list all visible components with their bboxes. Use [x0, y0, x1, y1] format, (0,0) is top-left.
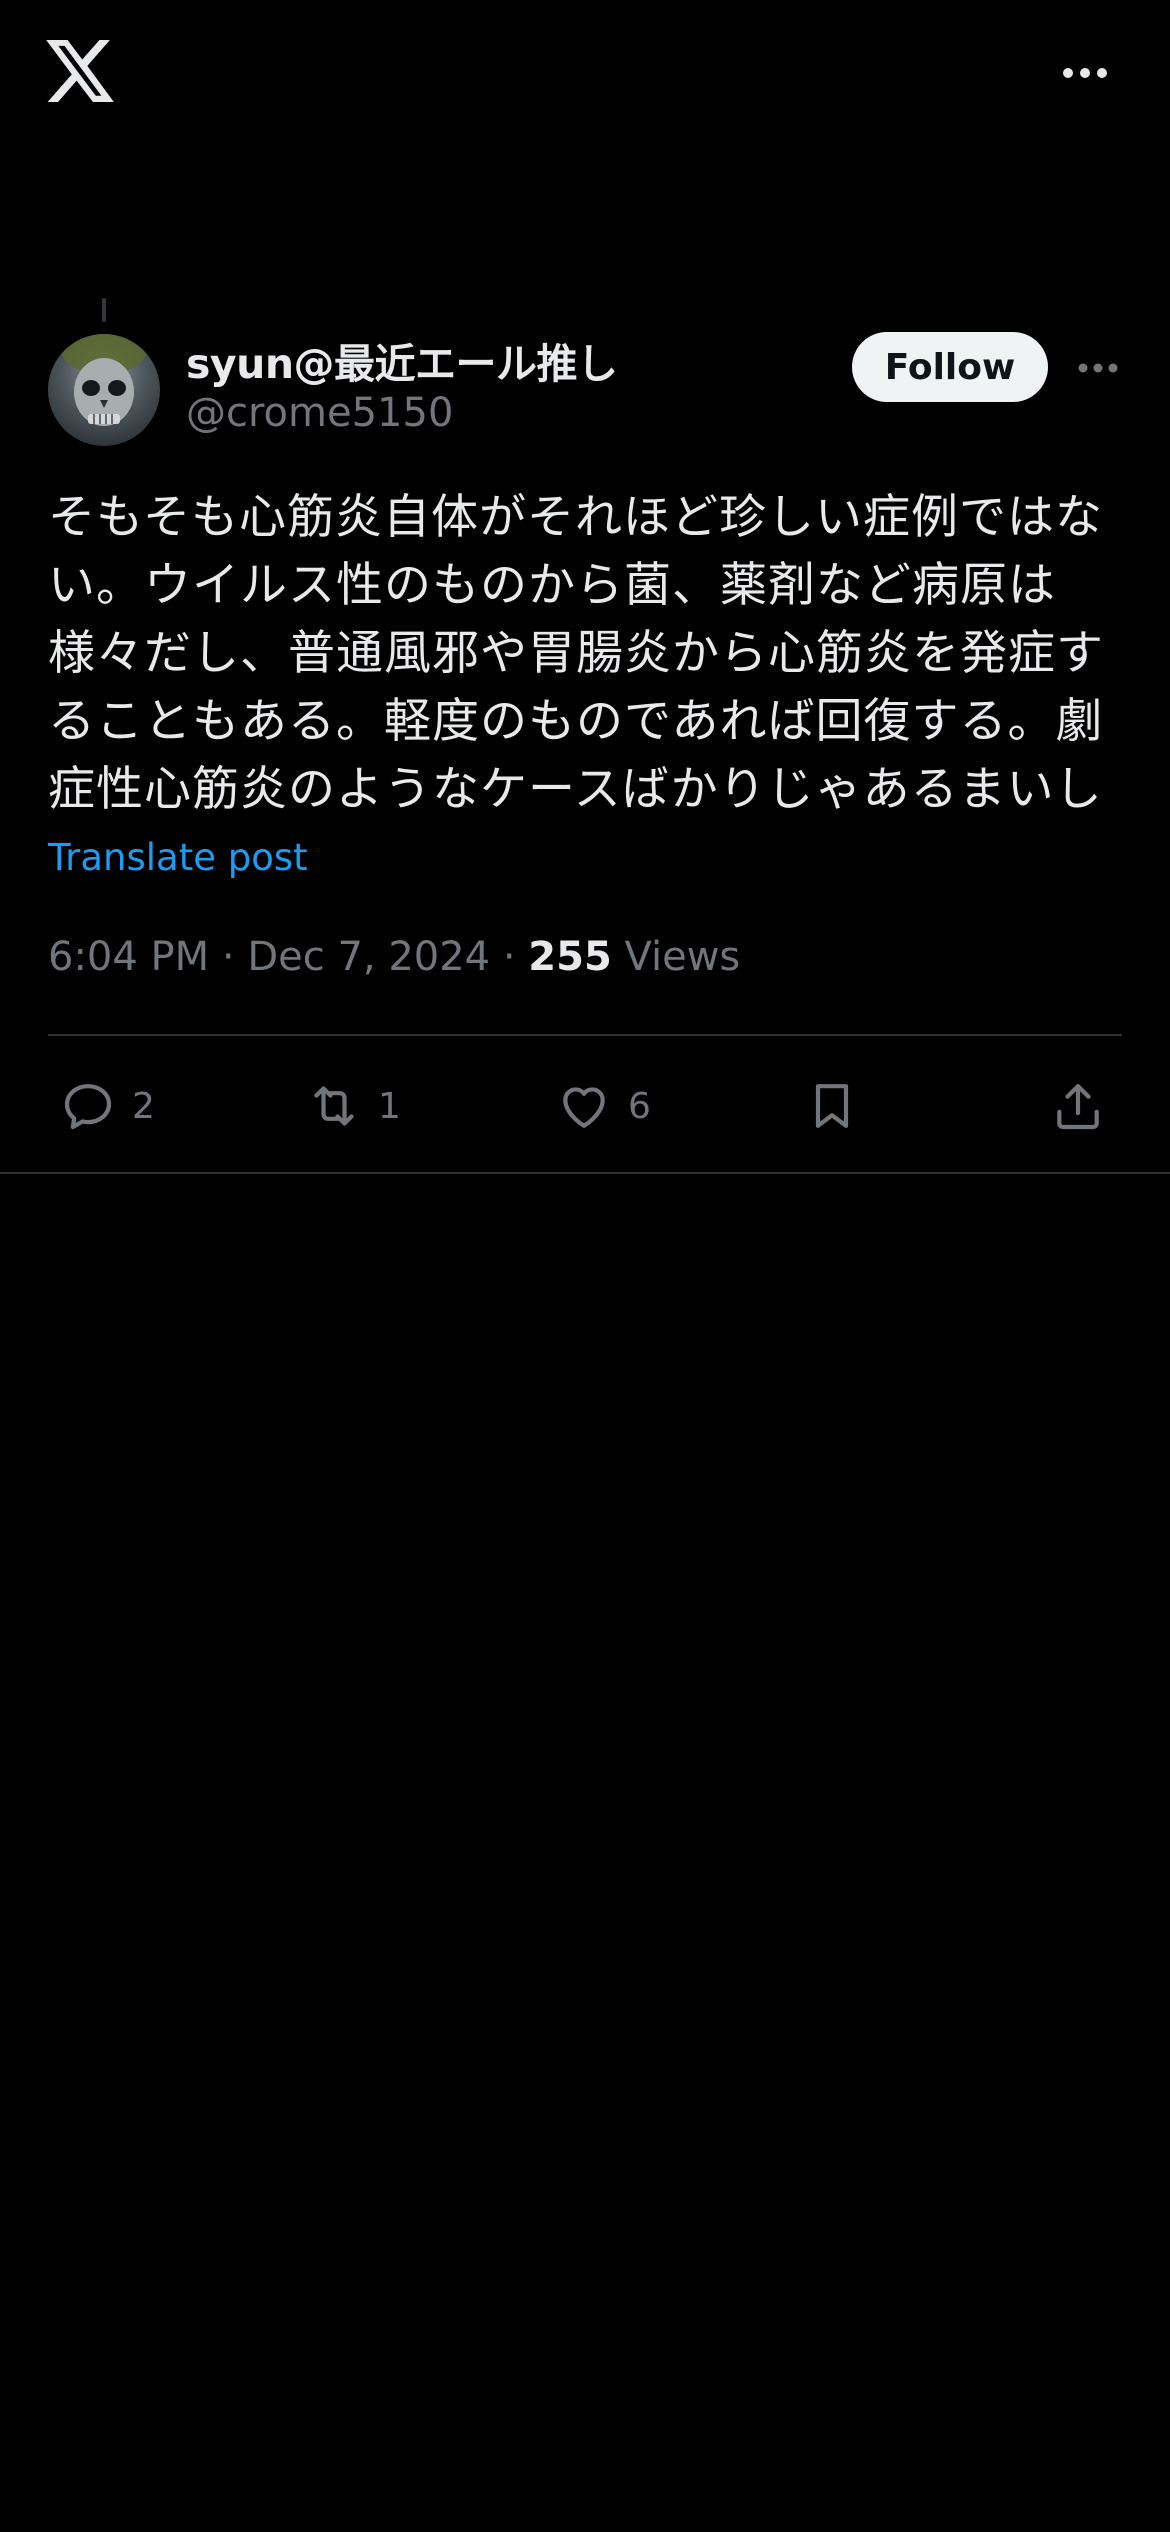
views-count: 255 — [528, 934, 612, 980]
heart-icon — [563, 1087, 605, 1128]
reply-count: 2 — [132, 1085, 155, 1127]
post-time[interactable]: 6:04 PM — [48, 934, 209, 980]
repost-button[interactable]: 1 — [306, 1080, 401, 1132]
bookmark-button[interactable] — [804, 1080, 860, 1132]
thread-connector-line — [102, 298, 106, 322]
top-bar — [0, 0, 1170, 150]
follow-button[interactable]: Follow — [852, 332, 1048, 402]
post-more-icon[interactable] — [1078, 362, 1118, 374]
translate-post-link[interactable]: Translate post — [48, 836, 308, 879]
views-label: Views — [624, 934, 741, 980]
post-action-bar: 2 1 6 — [0, 1060, 1170, 1150]
author-handle[interactable]: @crome5150 — [186, 390, 453, 436]
meta-separator: · — [221, 934, 235, 980]
repost-count: 1 — [378, 1085, 401, 1127]
avatar[interactable] — [48, 334, 160, 446]
like-button[interactable]: 6 — [556, 1080, 651, 1132]
skull-avatar-icon — [62, 334, 146, 426]
share-icon — [1057, 1084, 1099, 1130]
author-display-name[interactable]: syun@最近エール推し — [186, 330, 618, 390]
more-horizontal-icon[interactable] — [1062, 66, 1108, 80]
divider — [48, 1034, 1122, 1036]
like-count: 6 — [628, 1085, 651, 1127]
bookmark-icon — [815, 1084, 849, 1128]
x-logo-icon[interactable] — [46, 40, 114, 102]
share-button[interactable] — [1050, 1080, 1106, 1132]
post-metadata: 6:04 PM · Dec 7, 2024 · 255 Views — [48, 934, 740, 980]
reply-icon — [64, 1084, 112, 1130]
reply-button[interactable]: 2 — [60, 1080, 155, 1132]
repost-icon — [314, 1086, 354, 1126]
meta-separator: · — [502, 934, 516, 980]
post-date[interactable]: Dec 7, 2024 — [247, 934, 490, 980]
divider — [0, 1172, 1170, 1174]
post-body-text: そもそも心筋炎自体がそれほど珍しい症例ではない。ウイルス性のものから菌、薬剤など… — [48, 490, 1104, 817]
